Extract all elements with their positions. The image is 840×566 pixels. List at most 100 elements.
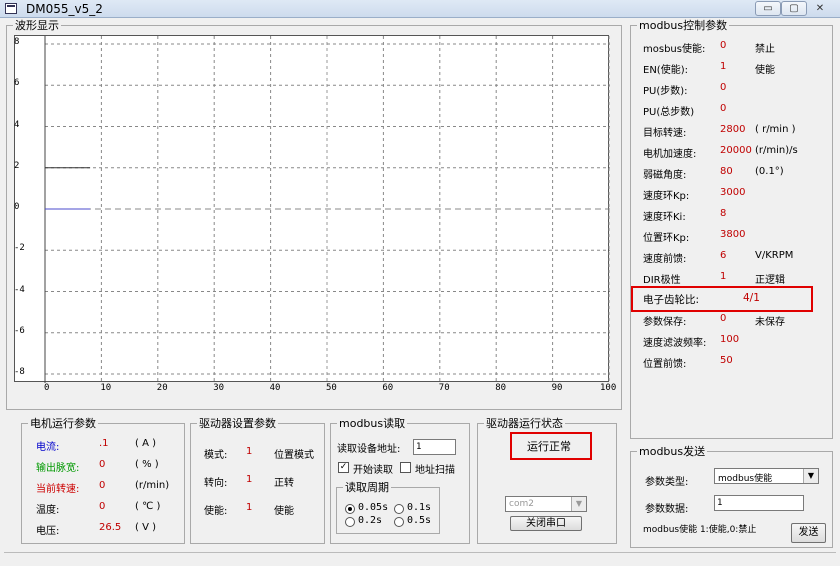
param-unit: 未保存 bbox=[755, 317, 785, 328]
read-period-legend: 读取周期 bbox=[343, 481, 391, 494]
start-read-checkbox[interactable]: ✓ bbox=[338, 462, 349, 473]
gear-ratio-highlight bbox=[631, 286, 813, 312]
start-read-label: 开始读取 bbox=[353, 465, 393, 476]
param-value: 6 bbox=[720, 250, 727, 261]
com-port-select[interactable]: com2 ▼ bbox=[505, 496, 587, 512]
motor-param-value: 0 bbox=[99, 459, 106, 470]
driver-param-label: 使能: bbox=[204, 506, 228, 517]
motor-param-value: 26.5 bbox=[99, 522, 122, 533]
send-button[interactable]: 发送 bbox=[791, 523, 826, 543]
param-value: 1 bbox=[720, 271, 727, 282]
param-unit: 使能 bbox=[755, 65, 775, 76]
motor-param-unit: ( ℃ ) bbox=[135, 501, 161, 512]
period-radio-3[interactable] bbox=[394, 517, 404, 527]
param-label: 速度滤波频率: bbox=[643, 338, 707, 349]
y-tick-label: -6 bbox=[14, 325, 25, 336]
motor-param-label: 输出脉宽: bbox=[36, 463, 80, 474]
y-tick-label: -8 bbox=[14, 367, 25, 377]
x-tick-label: 10 bbox=[100, 383, 112, 393]
param-value: 3800 bbox=[720, 229, 746, 240]
close-button[interactable]: ✕ bbox=[807, 1, 833, 16]
period-label-0: 0.05s bbox=[358, 502, 389, 513]
param-value: 50 bbox=[720, 355, 733, 366]
period-radio-1[interactable] bbox=[394, 504, 404, 514]
waveform-canvas bbox=[44, 36, 610, 383]
param-label: EN(使能): bbox=[643, 65, 688, 76]
modbus-send-legend: modbus发送 bbox=[637, 445, 708, 458]
window-title: DM055_v5_2 bbox=[26, 2, 103, 16]
param-unit: V/KRPM bbox=[755, 250, 794, 261]
motor-param-label: 电压: bbox=[36, 526, 60, 537]
param-value: 20000 bbox=[720, 145, 752, 156]
driver-param-text: 正转 bbox=[274, 478, 294, 489]
run-status-text: 运行正常 bbox=[527, 440, 571, 453]
param-value: 0 bbox=[720, 82, 727, 93]
com-port-value: com2 bbox=[509, 499, 534, 509]
status-bar bbox=[4, 552, 836, 564]
param-label: 速度前馈: bbox=[643, 254, 687, 265]
close-port-button[interactable]: 关闭串口 bbox=[510, 516, 582, 531]
motor-param-label: 当前转速: bbox=[36, 484, 80, 495]
param-label: mosbus使能: bbox=[643, 44, 706, 55]
period-label-3: 0.5s bbox=[407, 515, 432, 526]
app-window-icon bbox=[5, 3, 17, 14]
param-data-label: 参数数据: bbox=[645, 504, 689, 515]
param-value: 80 bbox=[720, 166, 733, 177]
motor-param-label: 电流: bbox=[36, 442, 60, 453]
motor-param-value: 0 bbox=[99, 501, 106, 512]
param-label: PU(总步数) bbox=[643, 107, 695, 118]
param-label: 位置环Kp: bbox=[643, 233, 690, 244]
x-tick-label: 30 bbox=[213, 383, 225, 393]
read-address-label: 读取设备地址: bbox=[337, 444, 401, 455]
maximize-button[interactable]: ▢ bbox=[781, 1, 807, 16]
y-tick-label: -4 bbox=[14, 284, 25, 295]
address-scan-checkbox[interactable] bbox=[400, 462, 411, 473]
param-type-value: modbus使能 bbox=[718, 474, 773, 484]
param-value: 0 bbox=[720, 313, 727, 324]
y-tick-label: 6 bbox=[14, 78, 20, 89]
driver-param-text: 使能 bbox=[274, 506, 294, 517]
param-label: 电机加速度: bbox=[643, 149, 697, 160]
x-tick-label: 100 bbox=[600, 383, 617, 393]
driver-param-value: 1 bbox=[246, 474, 253, 485]
param-value: 100 bbox=[720, 334, 740, 345]
driver-param-value: 1 bbox=[246, 502, 253, 513]
param-label: 目标转速: bbox=[643, 128, 687, 139]
x-tick-label: 90 bbox=[551, 383, 563, 393]
period-radio-2[interactable] bbox=[345, 517, 355, 527]
param-label: 速度环Kp: bbox=[643, 191, 690, 202]
x-tick-label: 40 bbox=[269, 383, 281, 393]
driver-param-text: 位置模式 bbox=[274, 450, 314, 461]
param-value: 0 bbox=[720, 40, 727, 51]
param-value: 8 bbox=[720, 208, 727, 219]
modbus-read-legend: modbus读取 bbox=[337, 417, 408, 430]
param-type-select[interactable]: modbus使能 ▼ bbox=[714, 468, 819, 484]
param-label: 速度环Ki: bbox=[643, 212, 686, 223]
param-data-input[interactable] bbox=[714, 495, 804, 511]
param-label: DIR极性 bbox=[643, 275, 681, 286]
driver-param-label: 转向: bbox=[204, 478, 228, 489]
minimize-button[interactable]: ▭ bbox=[755, 1, 781, 16]
motor-param-label: 温度: bbox=[36, 505, 60, 516]
motor-param-value: .1 bbox=[99, 438, 109, 449]
driver-settings-legend: 驱动器设置参数 bbox=[197, 417, 278, 430]
driver-status-legend: 驱动器运行状态 bbox=[484, 417, 565, 430]
period-radio-0[interactable] bbox=[345, 504, 355, 514]
param-label: 弱磁角度: bbox=[643, 170, 687, 181]
motor-param-unit: ( % ) bbox=[135, 459, 159, 470]
send-hint-text: modbus使能 1:使能,0:禁止 bbox=[643, 525, 757, 535]
driver-param-value: 1 bbox=[246, 446, 253, 457]
x-tick-label: 20 bbox=[156, 383, 168, 393]
x-tick-label: 80 bbox=[495, 383, 507, 393]
param-label: 位置前馈: bbox=[643, 359, 687, 370]
period-label-1: 0.1s bbox=[407, 502, 432, 513]
driver-param-label: 模式: bbox=[204, 450, 228, 461]
period-label-2: 0.2s bbox=[358, 515, 383, 526]
param-label: 参数保存: bbox=[643, 317, 687, 328]
param-type-label: 参数类型: bbox=[645, 477, 689, 488]
y-tick-label: 8 bbox=[14, 37, 20, 47]
motor-param-value: 0 bbox=[99, 480, 106, 491]
read-address-input[interactable] bbox=[413, 439, 456, 455]
x-tick-label: 0 bbox=[44, 383, 50, 393]
param-unit: ( r/min ) bbox=[755, 124, 796, 135]
